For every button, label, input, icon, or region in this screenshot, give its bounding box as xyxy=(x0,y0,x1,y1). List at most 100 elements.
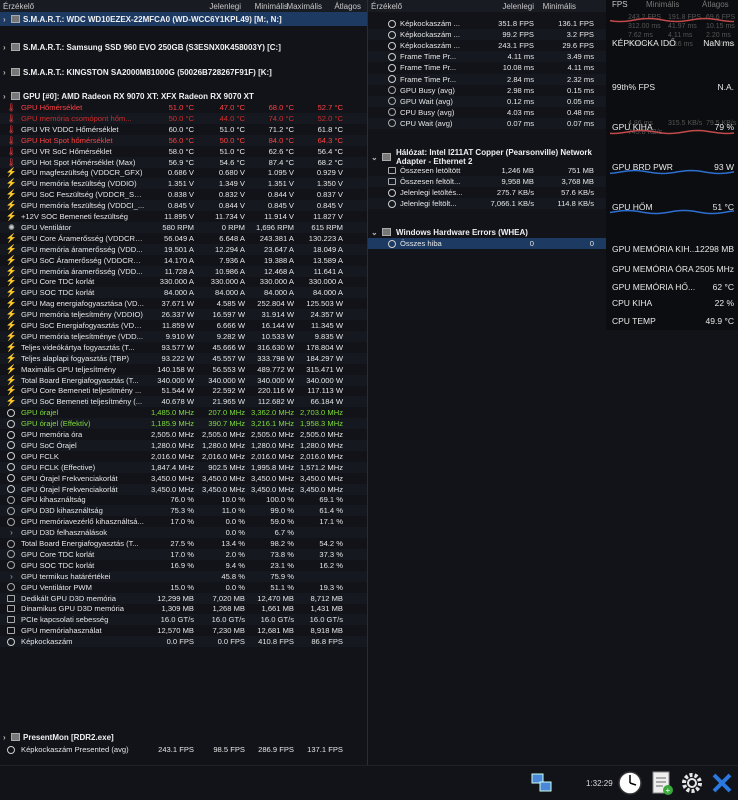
sensor-row[interactable]: Összes hiba 0 0 xyxy=(368,238,606,249)
sensor-row[interactable]: 🌡 GPU Hot Spot hőmérséklet 56.0 °C 50.0 °C 8… xyxy=(0,134,367,146)
clock-icon[interactable] xyxy=(616,769,644,797)
sensor-row[interactable]: ⚡ GPU SoC Áramerősség (VDDCR_S... 14.170 A… xyxy=(0,255,367,266)
sensor-row[interactable]: GPU kihasználtság 76.0 % 10.0 % 100.0 % 69.1… xyxy=(0,494,367,505)
network-section[interactable]: ⌄ Hálózat: Intel I211AT Copper (Pearsonvi… xyxy=(368,148,606,166)
sensor-row[interactable]: ⚡ GPU memória teljesítmény (VDDIO) 26.337 … xyxy=(0,309,367,321)
sensor-row[interactable]: Frame Time Pr... 4.11 ms 3.49 ms xyxy=(368,51,606,63)
sensor-row[interactable]: 🌡 GPU memória csomópont hőm... 50.0 °C 44.0… xyxy=(0,112,367,124)
sensor-row[interactable]: 🌡 GPU VR SoC Hőmérséklet 58.0 °C 51.0 °C 62.… xyxy=(0,146,367,157)
network-icon[interactable] xyxy=(528,769,556,797)
sensor-row[interactable]: Frame Time Pr... 10.08 ms 4.11 ms xyxy=(368,62,606,73)
sensor-row[interactable]: GPU Core TDC korlát 17.0 % 2.0 % 73.8 % 37.3… xyxy=(0,548,367,560)
sensor-row[interactable]: CPU Wait (avg) 0.07 ms 0.07 ms xyxy=(368,117,606,129)
sensor-row[interactable]: Jelenlegi feltölt... 7,066.1 KB/s 114.8 KB… xyxy=(368,198,606,210)
sensor-value-current: 51.544 W xyxy=(161,386,194,396)
lightning-icon: ⚡ xyxy=(5,265,18,276)
header-sensor[interactable]: Érzékelő xyxy=(3,2,34,11)
collapse-toggle-icon[interactable]: ⌄ xyxy=(371,228,378,237)
sensor-row[interactable]: ⚡ GPU memória feszültség (VDDIO) 1.351 V 1.… xyxy=(0,178,367,190)
sensor-row[interactable]: ⚡ GPU Core Áramerősség (VDDCR_... 56.049 A… xyxy=(0,233,367,244)
whea-section[interactable]: ⌄ Windows Hardware Errors (WHEA) xyxy=(368,225,606,239)
sensor-row[interactable]: GPU Wait (avg) 0.12 ms 0.05 ms xyxy=(368,95,606,107)
expand-toggle-icon[interactable]: › xyxy=(3,43,6,52)
sensor-row[interactable]: GPU memóriahasználat 12,570 MB 7,230 MB 12,… xyxy=(0,625,367,636)
sensor-value-max: 75.9 % xyxy=(270,571,294,581)
sensor-row[interactable]: ⚡ +12V SOC Bemeneti feszültség 11.895 V 11.… xyxy=(0,211,367,222)
sensor-row[interactable]: GPU memóriavezérlő kihasználtsá... 17.0 %… xyxy=(0,516,367,527)
sensor-row[interactable]: ⚡ GPU memória áramerősség (VDD... 11.728 A… xyxy=(0,265,367,277)
expand-toggle-icon[interactable]: › xyxy=(3,68,6,77)
sensor-row[interactable]: GPU órajel 1,485.0 MHz 207.0 MHz 3,362.0 MH… xyxy=(0,407,367,418)
clock-icon xyxy=(7,419,15,428)
sensor-row[interactable]: Képkockaszám Presented (avg) 243.1 FPS 98.… xyxy=(0,744,367,755)
header-sensor-right[interactable]: Érzékelő xyxy=(371,2,402,11)
sensor-row[interactable]: › GPU termikus határértékei 45.8 % 75.9 % xyxy=(0,570,367,582)
sensor-row[interactable]: ⚡ GPU Core TDC korlát 330.000 A 330.000 A 33… xyxy=(0,276,367,287)
sensor-row[interactable]: ⚡ Teljes videókártya fogyasztás (T... 93.5… xyxy=(0,342,367,353)
sensor-row[interactable]: Dedikált GPU D3D memória 12,299 MB 7,020 M… xyxy=(0,592,367,604)
sensor-row[interactable]: Frame Time Pr... 2.84 ms 2.32 ms xyxy=(368,73,606,85)
sensor-row[interactable]: GPU D3D kihasználtság 75.3 % 11.0 % 99.0 % 6… xyxy=(0,505,367,517)
sensor-row[interactable]: ✺ GPU Ventilátor 580 RPM 0 RPM 1,696 RPM 615 … xyxy=(0,221,367,233)
sensor-value-current: 75.3 % xyxy=(170,506,194,516)
sensor-row[interactable]: ⚡ GPU Core Bemeneti teljesítmény ... 51.54… xyxy=(0,385,367,396)
sensor-row[interactable]: Total Board Energiafogyasztás (T... 27.5 … xyxy=(0,538,367,549)
sensor-value-min: 6.666 W xyxy=(216,321,245,330)
sensor-row[interactable]: ⚡ Maximális GPU teljesítmény 140.158 W 56.5… xyxy=(0,364,367,375)
sensor-row[interactable]: GPU SOC TDC korlát 16.9 % 9.4 % 23.1 % 16.2 … xyxy=(0,560,367,571)
sensor-row[interactable]: CPU Busy (avg) 4.03 ms 0.48 ms xyxy=(368,107,606,118)
expand-toggle-icon[interactable]: › xyxy=(3,15,6,24)
sensor-row[interactable]: Összesen feltölt... 9,958 MB 3,768 MB xyxy=(368,176,606,188)
sensor-row[interactable]: Képkockaszám ... 351.8 FPS 136.1 FPS xyxy=(368,18,606,29)
sensor-row[interactable]: GPU SoC Órajel 1,280.0 MHz 1,280.0 MHz 1,28… xyxy=(0,439,367,451)
sensor-row[interactable]: GPU Ventilátor PWM 15.0 % 0.0 % 51.1 % 19.3 … xyxy=(0,582,367,593)
sensor-row[interactable]: GPU FCLK (Effective) 1,847.4 MHz 902.5 MHz… xyxy=(0,461,367,473)
report-icon[interactable]: + xyxy=(648,769,676,797)
sensor-row[interactable]: Képkockaszám ... 99.2 FPS 3.2 FPS xyxy=(368,29,606,41)
smart-section[interactable]: › S.M.A.R.T.: Samsung SSD 960 EVO 250GB (… xyxy=(0,40,367,54)
osd-item-label: GPU KIHA xyxy=(612,122,653,132)
sensor-row[interactable]: PCIe kapcsolati sebesség 16.0 GT/s 16.0 GT… xyxy=(0,614,367,626)
sensor-row[interactable]: GPU memória óra 2,505.0 MHz 2,505.0 MHz 2,5… xyxy=(0,429,367,440)
settings-gear-icon[interactable] xyxy=(678,769,706,797)
sensor-row[interactable]: Képkockaszám ... 243.1 FPS 29.6 FPS xyxy=(368,40,606,51)
sensor-value-min: 21.965 W xyxy=(212,397,245,407)
sensor-row[interactable]: Képkockaszám 0.0 FPS 0.0 FPS 410.8 FPS 86.8 … xyxy=(0,636,367,648)
sensor-row[interactable]: ⚡ GPU Mag energiafogyasztása (VD... 37.671… xyxy=(0,298,367,309)
sensor-value-max: 220.116 W xyxy=(257,386,294,396)
sensor-row[interactable]: 🌡 GPU Hőmérséklet 51.0 °C 47.0 °C 68.0 °C 52.… xyxy=(0,102,367,113)
close-icon[interactable] xyxy=(708,769,736,797)
sensor-row[interactable]: ⚡ GPU memória feszültség (VDDCI_... 0.845 … xyxy=(0,200,367,212)
sensor-row[interactable]: ⚡ GPU magfeszültség (VDDCR_GFX) 0.686 V 0.6… xyxy=(0,167,367,178)
sensor-row[interactable]: Dinamikus GPU D3D memória 1,309 MB 1,268 M… xyxy=(0,603,367,614)
sensor-row[interactable]: ⚡ Total Board Energiafogyasztás (T... 340.… xyxy=(0,374,367,386)
sensor-row[interactable]: GPU Órajel Frekvenciakorlát 3,450.0 MHz 3,… xyxy=(0,473,367,484)
sensor-row[interactable]: Összesen letöltött 1,246 MB 751 MB xyxy=(368,165,606,176)
sensor-row[interactable]: › GPU D3D felhasználások 0.0 % 6.7 % xyxy=(0,527,367,539)
smart-section[interactable]: › S.M.A.R.T.: WDC WD10EZEX-22MFCA0 (WD-WC… xyxy=(0,12,367,26)
sensor-row[interactable]: ⚡ GPU SoC Energiafogyasztás (VDD... 11.859… xyxy=(0,320,367,331)
gpu-section[interactable]: › GPU [#0]: AMD Radeon RX 9070 XT: XFX Ra… xyxy=(0,89,367,103)
sensor-row[interactable]: 🌡 GPU Hot Spot Hőmérséklet (Max) 56.9 °C 54… xyxy=(0,156,367,168)
clock-icon xyxy=(7,474,15,483)
smart-section[interactable]: › S.M.A.R.T.: KINGSTON SA2000M81000G (500… xyxy=(0,65,367,79)
sensor-row[interactable]: ⚡ GPU SoC Feszültség (VDDCR_SOC) 0.838 V 0.… xyxy=(0,189,367,200)
sensor-row[interactable]: GPU FCLK 2,016.0 MHz 2,016.0 MHz 2,016.0 MH… xyxy=(0,451,367,462)
expand-toggle-icon[interactable]: › xyxy=(3,92,6,101)
sensor-row[interactable]: 🌡 GPU VR VDDC Hőmérséklet 60.0 °C 51.0 °C 71… xyxy=(0,124,367,135)
sensor-row[interactable]: ⚡ GPU memória teljesítménye (VDD... 9.910 … xyxy=(0,330,367,342)
presentmon-section[interactable]: › PresentMon [RDR2.exe] xyxy=(0,730,367,744)
header-min-right[interactable]: Minimális xyxy=(516,2,576,11)
header-avg[interactable]: Átlagos xyxy=(301,2,361,11)
sensor-row[interactable]: ⚡ GPU SoC Bemeneti teljesítmény (... 40.67… xyxy=(0,396,367,408)
sensor-row[interactable]: ⚡ GPU SOC TDC korlát 84.000 A 84.000 A 84.00… xyxy=(0,287,367,299)
expand-toggle-icon[interactable]: › xyxy=(3,733,6,742)
sensor-name: GPU memória áramerősség (VDD... xyxy=(21,266,143,276)
sensor-row[interactable]: ⚡ Teljes alaplapi fogyasztás (TBP) 93.222 … xyxy=(0,352,367,364)
collapse-toggle-icon[interactable]: ⌄ xyxy=(371,153,378,162)
sensor-row[interactable]: ⚡ GPU memória áramerősség (VDD... 19.501 A… xyxy=(0,243,367,255)
sensor-row[interactable]: GPU órajel (Effektív) 1,185.9 MHz 390.7 MH… xyxy=(0,418,367,430)
sensor-row[interactable]: GPU Busy (avg) 2.98 ms 0.15 ms xyxy=(368,85,606,96)
sensor-row[interactable]: Jelenlegi letöltés... 275.7 KB/s 57.6 KB/s xyxy=(368,187,606,198)
sensor-row[interactable]: GPU Órajel Frekvenciakorlát 3,450.0 MHz 3,… xyxy=(0,483,367,495)
